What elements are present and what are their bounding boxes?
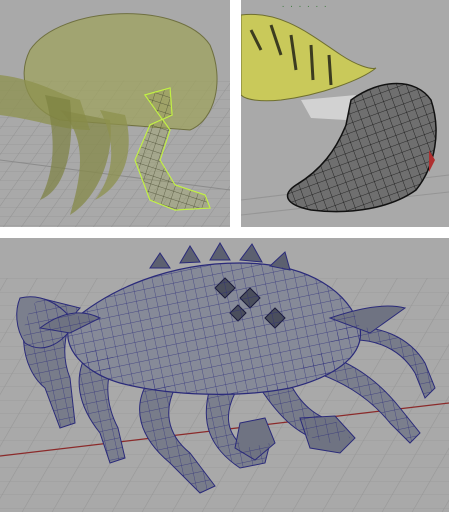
viewport-top-right-canvas: · · · · · · <box>241 0 449 227</box>
svg-text:· · · · · ·: · · · · · · <box>281 3 327 11</box>
viewport-top-left-canvas <box>0 0 230 227</box>
viewport-top-right[interactable]: · · · · · · <box>241 0 449 227</box>
viewport-bottom-canvas <box>0 238 449 512</box>
viewport-bottom[interactable] <box>0 238 449 512</box>
viewport-top-left[interactable] <box>0 0 230 227</box>
